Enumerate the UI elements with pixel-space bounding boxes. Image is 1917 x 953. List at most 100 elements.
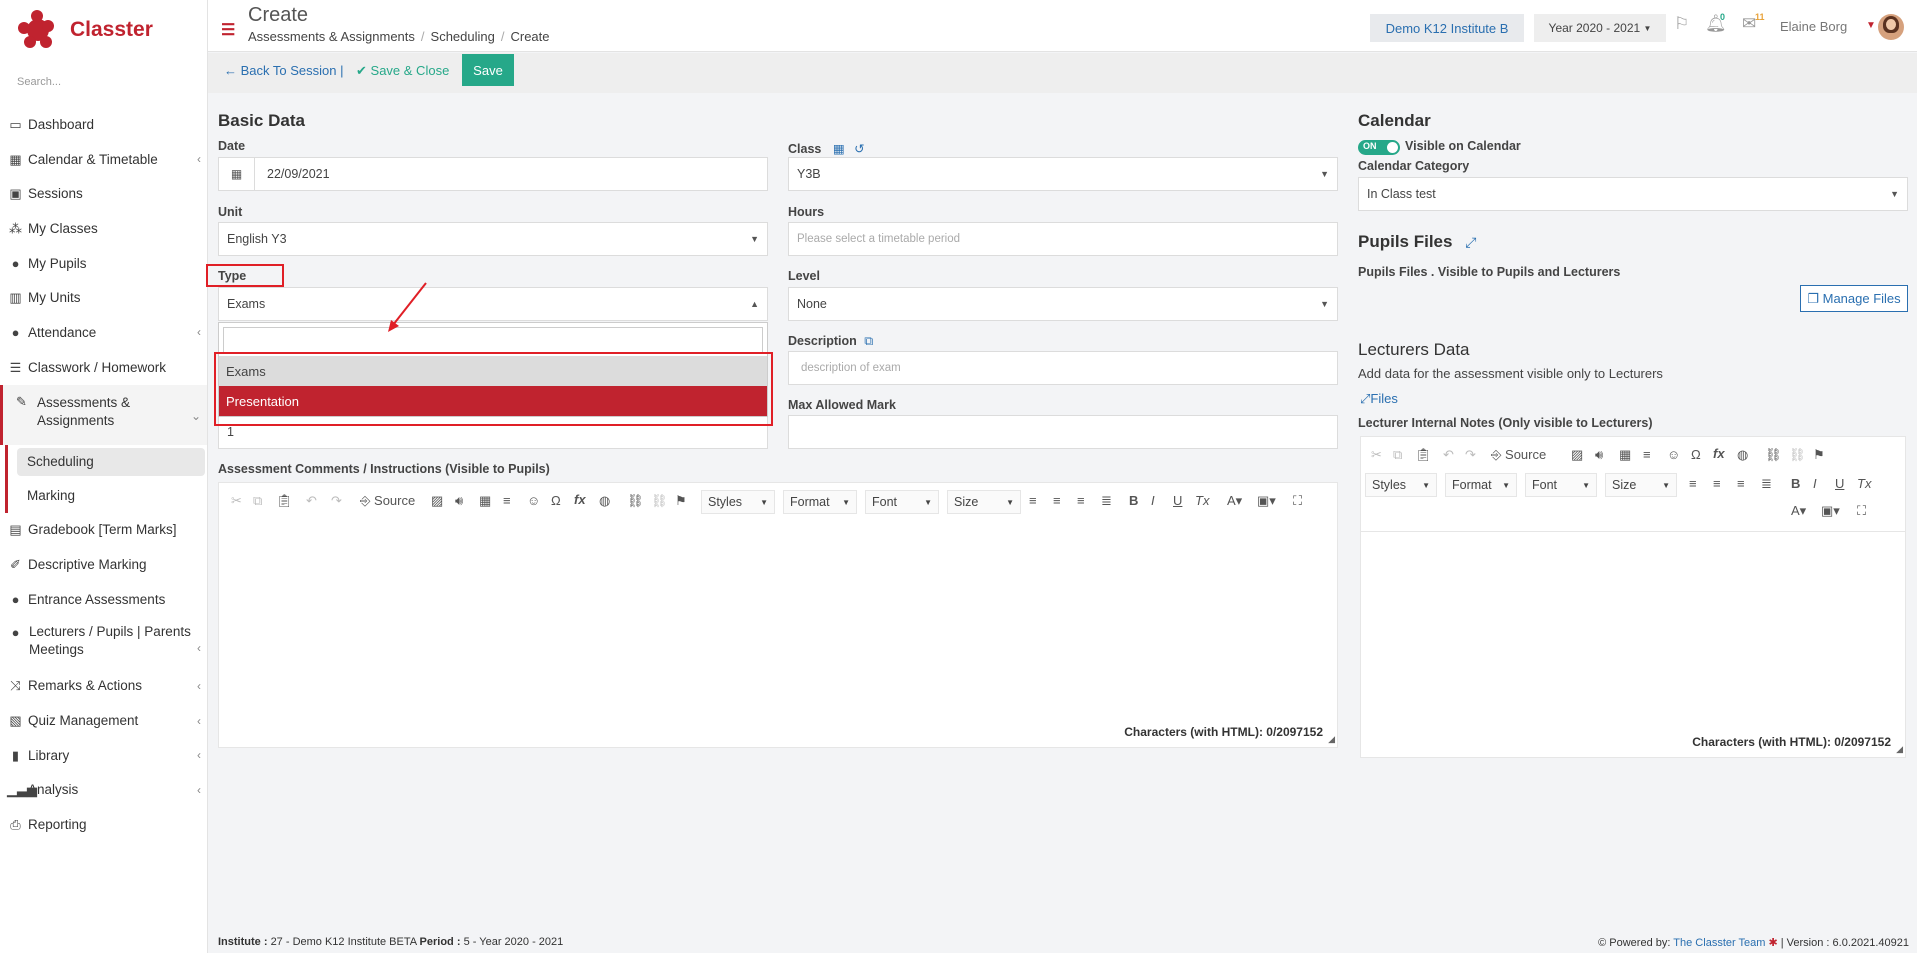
formula-icon[interactable]: fx bbox=[574, 492, 586, 507]
redo-icon[interactable]: ↷ bbox=[1465, 447, 1476, 463]
sidebar-item-descriptive-marking[interactable]: ✐ Descriptive Marking bbox=[0, 547, 207, 582]
text-color-icon[interactable]: A▾ bbox=[1791, 503, 1806, 519]
expand-icon[interactable]: ⤢ bbox=[1465, 234, 1476, 250]
italic-icon[interactable]: I bbox=[1151, 493, 1155, 508]
copy-icon[interactable]: ⧉ bbox=[253, 493, 262, 509]
image-icon[interactable]: ▨ bbox=[431, 493, 443, 509]
unit-select[interactable]: English Y3 ▼ bbox=[218, 222, 768, 256]
history-icon[interactable]: ↺ bbox=[854, 142, 864, 156]
level-select[interactable]: None ▼ bbox=[788, 287, 1338, 321]
link-icon[interactable]: ⛓ bbox=[627, 493, 644, 509]
avatar[interactable] bbox=[1878, 14, 1904, 40]
sidebar-item-sessions[interactable]: ▣ Sessions bbox=[0, 176, 207, 211]
sidebar-item-calendar[interactable]: ▦ Calendar & Timetable ‹ bbox=[0, 142, 207, 177]
breadcrumb-item[interactable]: Scheduling bbox=[431, 29, 495, 44]
class-select[interactable]: Y3B ▼ bbox=[788, 157, 1338, 191]
paste-icon[interactable]: 📋︎ bbox=[276, 493, 293, 509]
save-button[interactable]: Save bbox=[462, 54, 514, 86]
sidebar-item-analysis[interactable]: ▁▃▅ Analysis ‹ bbox=[0, 773, 207, 808]
formula-icon[interactable]: fx bbox=[1713, 446, 1725, 461]
font-dropdown[interactable]: Font ▼ bbox=[1525, 473, 1597, 497]
flag-icon[interactable]: ⚐ bbox=[1674, 14, 1689, 34]
lecturer-notes-editor[interactable]: ✂ ⧉ 📋︎ ↶ ↷ ⎆ Source ▨ 🔊︎ ▦ ≡ ☺ Ω fx ◍ ⛓ … bbox=[1360, 436, 1906, 758]
anchor-flag-icon[interactable]: ⚑ bbox=[1813, 447, 1825, 463]
format-dropdown[interactable]: Format ▼ bbox=[783, 490, 857, 514]
maximize-icon[interactable]: ⛶ bbox=[1293, 493, 1302, 509]
redo-icon[interactable]: ↷ bbox=[331, 493, 342, 509]
manage-files-button[interactable]: ❐ Manage Files bbox=[1800, 285, 1908, 312]
anchor-flag-icon[interactable]: ⚑ bbox=[675, 493, 687, 509]
calendar-category-select[interactable]: In Class test ▼ bbox=[1358, 177, 1908, 211]
undo-icon[interactable]: ↶ bbox=[306, 493, 317, 509]
source-button[interactable]: ⎆ Source bbox=[360, 493, 415, 509]
source-button[interactable]: ⎆ Source bbox=[1491, 447, 1546, 463]
smiley-icon[interactable]: ☺ bbox=[527, 493, 540, 508]
calendar-visibility-toggle[interactable]: ON bbox=[1358, 140, 1400, 155]
max-mark-input[interactable] bbox=[788, 415, 1338, 449]
sidebar-item-remarks[interactable]: ⤨ Remarks & Actions ‹ bbox=[0, 669, 207, 704]
maximize-icon[interactable]: ⛶ bbox=[1857, 503, 1866, 519]
globe-icon[interactable]: ◍ bbox=[599, 493, 610, 509]
align-left-icon[interactable]: ≡ bbox=[1689, 476, 1697, 491]
caret-down-icon[interactable]: ▼ bbox=[1866, 20, 1876, 31]
classter-team-link[interactable]: The Classter Team bbox=[1673, 937, 1765, 949]
description-input[interactable]: description of exam bbox=[788, 351, 1338, 385]
underline-icon[interactable]: U bbox=[1173, 493, 1182, 508]
audio-icon[interactable]: 🔊︎ bbox=[455, 493, 463, 509]
copy-icon[interactable]: ⧉ bbox=[864, 334, 873, 348]
omega-icon[interactable]: Ω bbox=[1691, 447, 1701, 462]
font-dropdown[interactable]: Font ▼ bbox=[865, 490, 939, 514]
unlink-icon[interactable]: ⛓ bbox=[651, 493, 668, 509]
save-close-button[interactable]: ✔ Save & Close bbox=[356, 63, 449, 79]
calendar-icon[interactable]: ▦ bbox=[219, 158, 255, 190]
align-right-icon[interactable]: ≡ bbox=[1077, 493, 1085, 508]
globe-icon[interactable]: ◍ bbox=[1737, 447, 1748, 463]
underline-icon[interactable]: U bbox=[1835, 476, 1844, 491]
image-icon[interactable]: ▨ bbox=[1571, 447, 1583, 463]
undo-icon[interactable]: ↶ bbox=[1443, 447, 1454, 463]
styles-dropdown[interactable]: Styles ▼ bbox=[701, 490, 775, 514]
horizontal-line-icon[interactable]: ≡ bbox=[1643, 447, 1651, 462]
align-right-icon[interactable]: ≡ bbox=[1737, 476, 1745, 491]
lecturer-files-link[interactable]: ⤢Files bbox=[1360, 391, 1398, 407]
cut-icon[interactable]: ✂ bbox=[1371, 447, 1382, 463]
sidebar-item-meetings[interactable]: ● Lecturers / Pupils | Parents Meetings ‹ bbox=[0, 617, 207, 669]
bg-color-icon[interactable]: ▣▾ bbox=[1257, 493, 1276, 509]
table-icon[interactable]: ▦ bbox=[479, 493, 491, 509]
cut-icon[interactable]: ✂ bbox=[231, 493, 242, 509]
copy-icon[interactable]: ⧉ bbox=[1393, 447, 1402, 463]
sidebar-item-attendance[interactable]: ● Attendance ‹ bbox=[0, 315, 207, 350]
resize-handle-icon[interactable]: ◢ bbox=[1896, 744, 1903, 755]
italic-icon[interactable]: I bbox=[1813, 476, 1817, 491]
hours-input[interactable]: Please select a timetable period bbox=[788, 222, 1338, 256]
omega-icon[interactable]: Ω bbox=[551, 493, 561, 508]
institute-selector[interactable]: Demo K12 Institute B bbox=[1370, 14, 1524, 42]
back-to-session-link[interactable]: ← Back To Session | bbox=[224, 63, 343, 78]
align-center-icon[interactable]: ≡ bbox=[1713, 476, 1721, 491]
hamburger-menu-icon[interactable]: ☰ bbox=[221, 20, 235, 40]
sidebar-item-reporting[interactable]: ⎙ Reporting bbox=[0, 807, 207, 842]
type-dropdown-search[interactable] bbox=[223, 327, 763, 353]
sidebar-item-gradebook[interactable]: ▤ Gradebook [Term Marks] bbox=[0, 513, 207, 548]
sidebar-item-my-classes[interactable]: ⁂ My Classes bbox=[0, 211, 207, 246]
text-color-icon[interactable]: A▾ bbox=[1227, 493, 1242, 509]
logo[interactable]: Classter bbox=[18, 8, 153, 52]
calendar-icon[interactable]: ▦ bbox=[833, 142, 845, 156]
size-dropdown[interactable]: Size ▼ bbox=[1605, 473, 1677, 497]
size-dropdown[interactable]: Size ▼ bbox=[947, 490, 1021, 514]
sidebar-item-classwork[interactable]: ☰ Classwork / Homework bbox=[0, 350, 207, 385]
sidebar-item-my-pupils[interactable]: ● My Pupils bbox=[0, 246, 207, 281]
align-left-icon[interactable]: ≡ bbox=[1029, 493, 1037, 508]
link-icon[interactable]: ⛓ bbox=[1765, 447, 1782, 463]
remove-format-icon[interactable]: Tx bbox=[1857, 476, 1871, 491]
resize-handle-icon[interactable]: ◢ bbox=[1328, 734, 1335, 745]
horizontal-line-icon[interactable]: ≡ bbox=[503, 493, 511, 508]
sidebar-item-entrance-assessments[interactable]: ● Entrance Assessments bbox=[0, 582, 207, 617]
sidebar-item-marking[interactable]: Marking bbox=[0, 478, 207, 513]
styles-dropdown[interactable]: Styles ▼ bbox=[1365, 473, 1437, 497]
comments-editor[interactable]: ✂ ⧉ 📋︎ ↶ ↷ ⎆ Source ▨ 🔊︎ ▦ ≡ ☺ Ω fx ◍ ⛓ … bbox=[218, 482, 1338, 748]
sidebar-item-dashboard[interactable]: ▭ Dashboard bbox=[0, 107, 207, 142]
user-name[interactable]: Elaine Borg bbox=[1780, 19, 1847, 34]
sidebar-item-quiz[interactable]: ▧ Quiz Management ‹ bbox=[0, 703, 207, 738]
date-input[interactable]: ▦ 22/09/2021 bbox=[218, 157, 768, 191]
